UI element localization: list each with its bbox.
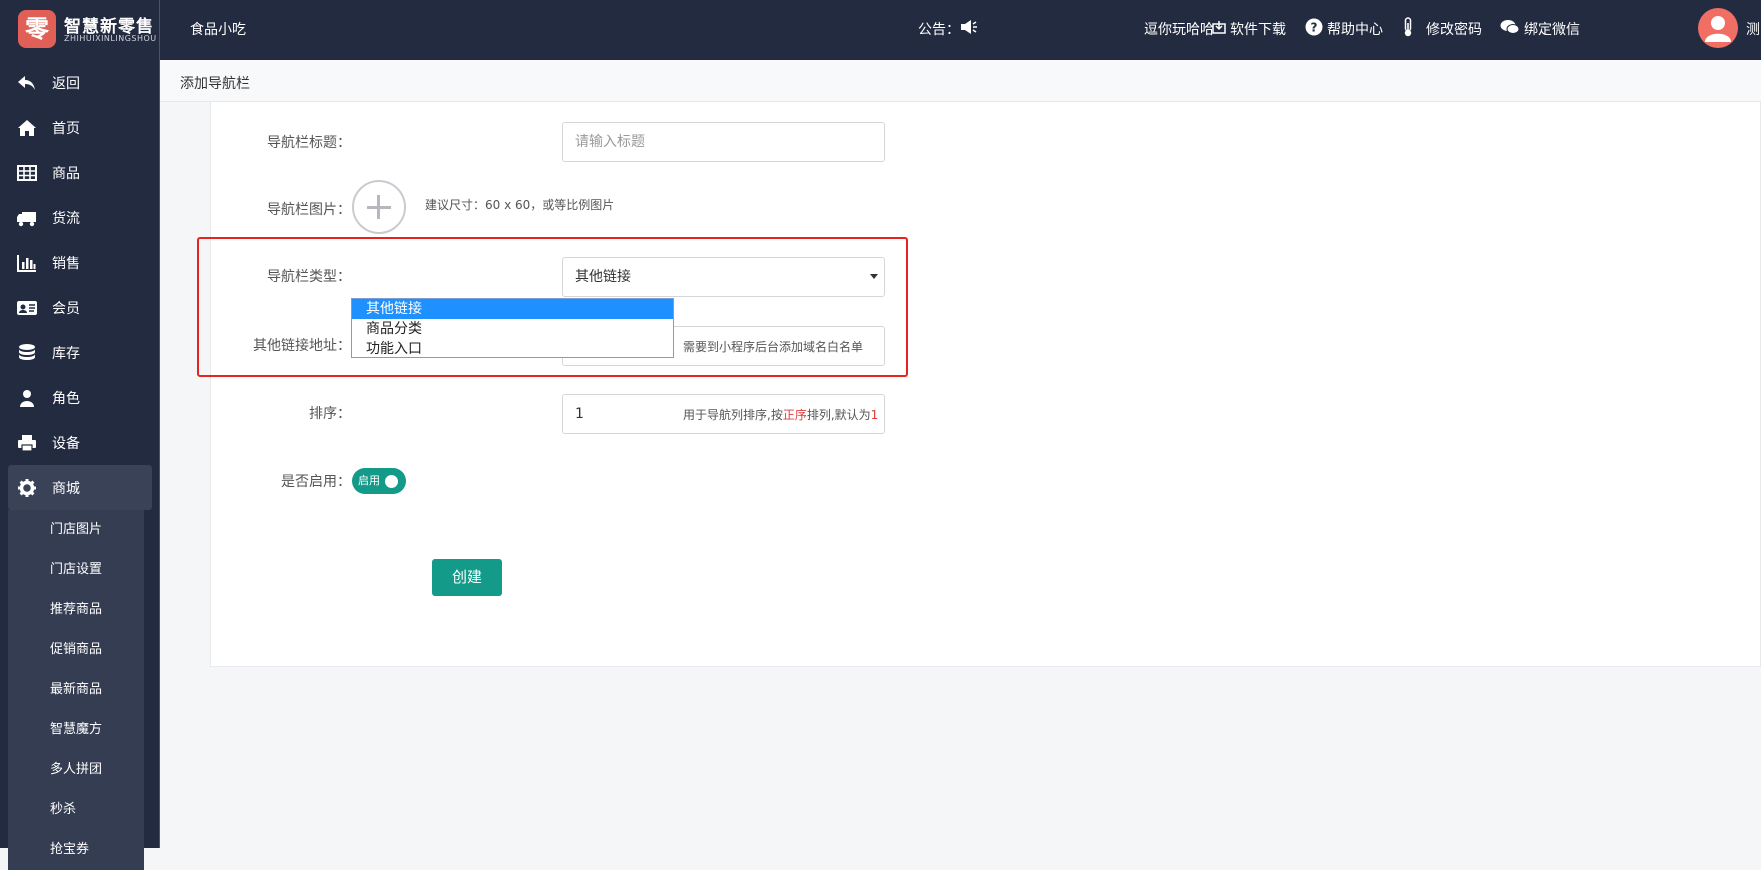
breadcrumb: 添加导航栏 [160, 60, 1761, 102]
sidebar-item-sales[interactable]: 销售 [0, 240, 160, 285]
sort-hint-emphasis: 正序 [782, 408, 807, 422]
help-label: 帮助中心 [1327, 22, 1383, 38]
submenu-item-store-settings[interactable]: 门店设置 [8, 550, 144, 590]
undo-icon [16, 72, 38, 94]
download-icon [1212, 20, 1230, 38]
sort-hint: 用于导航列排序,按正序排列,默认为1 [683, 406, 878, 423]
logo-mark: 零 [18, 10, 56, 48]
database-icon [16, 342, 38, 364]
submenu-item-flash-sale[interactable]: 秒杀 [8, 790, 144, 830]
sidebar-item-label: 设备 [52, 435, 80, 452]
help-icon: ? [1305, 18, 1327, 40]
wechat-label: 绑定微信 [1524, 22, 1580, 38]
home-icon [16, 117, 38, 139]
enable-toggle[interactable]: 启用 [352, 468, 406, 494]
submenu-item-store-images[interactable]: 门店图片 [8, 510, 144, 550]
user-name[interactable]: 测 [1746, 18, 1760, 40]
sidebar-item-label: 销售 [52, 255, 80, 272]
enable-label: 是否启用： [281, 474, 351, 490]
sort-hint-default: 1 [870, 408, 879, 422]
wechat-icon [1500, 19, 1524, 39]
password-link[interactable]: 修改密码 [1402, 17, 1482, 41]
wechat-link[interactable]: 绑定微信 [1500, 18, 1580, 40]
toggle-label: 启用 [358, 474, 380, 487]
image-label: 导航栏图片： [267, 202, 351, 218]
highlight-annotation-box [197, 237, 908, 377]
sidebar-item-devices[interactable]: 设备 [0, 420, 160, 465]
submenu-item-promotions[interactable]: 促销商品 [8, 630, 144, 670]
sidebar-item-logistics[interactable]: 货流 [0, 195, 160, 240]
printer-icon [16, 432, 38, 454]
table-icon [16, 162, 38, 184]
megaphone-icon [960, 19, 982, 39]
image-hint: 建议尺寸：60 x 60，或等比例图片 [425, 198, 615, 212]
sort-hint-text: 排列,默认为 [806, 408, 871, 422]
download-label: 软件下载 [1230, 22, 1286, 38]
sidebar-item-back[interactable]: 返回 [0, 60, 160, 105]
sidebar-item-roles[interactable]: 角色 [0, 375, 160, 420]
sidebar-item-home[interactable]: 首页 [0, 105, 160, 150]
sidebar-item-label: 库存 [52, 345, 80, 362]
notice-marquee: 逗你玩哈哈 [1144, 22, 1214, 38]
notice-label: 公告： [918, 22, 960, 38]
sidebar-submenu: 门店图片 门店设置 推荐商品 促销商品 最新商品 智慧魔方 多人拼团 秒杀 抢宝… [8, 510, 144, 870]
title-label: 导航栏标题： [267, 135, 351, 151]
bar-chart-icon [16, 252, 38, 274]
sidebar-item-label: 会员 [52, 300, 80, 317]
sidebar-item-label: 商品 [52, 165, 80, 182]
member-card-icon [16, 297, 38, 319]
submenu-item-coupons[interactable]: 抢宝券 [8, 830, 144, 870]
sidebar-item-mall[interactable]: 商城 [8, 465, 152, 510]
sidebar-item-label: 角色 [52, 390, 80, 407]
page-title: 添加导航栏 [180, 76, 250, 92]
notice: 公告： [918, 18, 982, 40]
gear-icon [16, 477, 38, 499]
help-link[interactable]: ? 帮助中心 [1305, 18, 1383, 40]
password-label: 修改密码 [1426, 22, 1482, 38]
sidebar-item-goods[interactable]: 商品 [0, 150, 160, 195]
submenu-item-smart-cube[interactable]: 智慧魔方 [8, 710, 144, 750]
brand-subtitle: ZHIHUIXINLINGSHOU [64, 34, 157, 43]
form-panel: 导航栏标题： 请输入标题 导航栏图片： 建议尺寸：60 x 60，或等比例图片 … [210, 102, 1761, 667]
sidebar-item-label: 返回 [52, 75, 80, 92]
sort-label: 排序： [309, 406, 351, 422]
toggle-knob [385, 475, 398, 488]
user-icon [16, 387, 38, 409]
sidebar-item-label: 商城 [52, 480, 80, 497]
top-bar: 食品小吃 公告： 逗你玩哈哈 软件下载 ? 帮助中心 修改密码 绑定微信 测 [160, 0, 1761, 60]
sidebar: 零 智慧新零售 ZHIHUIXINLINGSHOU 返回 首页 商品 货流 销售… [0, 0, 160, 870]
thermometer-icon [1402, 17, 1418, 41]
sidebar-nav: 返回 首页 商品 货流 销售 会员 库存 角色 设备 商城 门店图片 门店设置 … [0, 60, 160, 870]
brand-logo: 零 智慧新零售 ZHIHUIXINLINGSHOU [14, 8, 157, 52]
user-avatar-icon [1705, 16, 1731, 42]
sidebar-item-label: 首页 [52, 120, 80, 137]
create-button[interactable]: 创建 [432, 559, 502, 596]
submenu-item-recommended[interactable]: 推荐商品 [8, 590, 144, 630]
submenu-item-group-buy[interactable]: 多人拼团 [8, 750, 144, 790]
truck-icon [16, 207, 38, 229]
sort-hint-text: 用于导航列排序,按 [683, 408, 783, 422]
avatar[interactable] [1698, 8, 1738, 48]
sidebar-item-inventory[interactable]: 库存 [0, 330, 160, 375]
sidebar-item-members[interactable]: 会员 [0, 285, 160, 330]
svg-text:?: ? [1311, 21, 1318, 35]
title-input[interactable]: 请输入标题 [562, 122, 885, 162]
sidebar-item-label: 货流 [52, 210, 80, 227]
upload-image-button[interactable] [352, 180, 406, 234]
submenu-item-newest[interactable]: 最新商品 [8, 670, 144, 710]
store-name: 食品小吃 [190, 22, 246, 38]
download-link[interactable]: 软件下载 [1212, 18, 1286, 40]
